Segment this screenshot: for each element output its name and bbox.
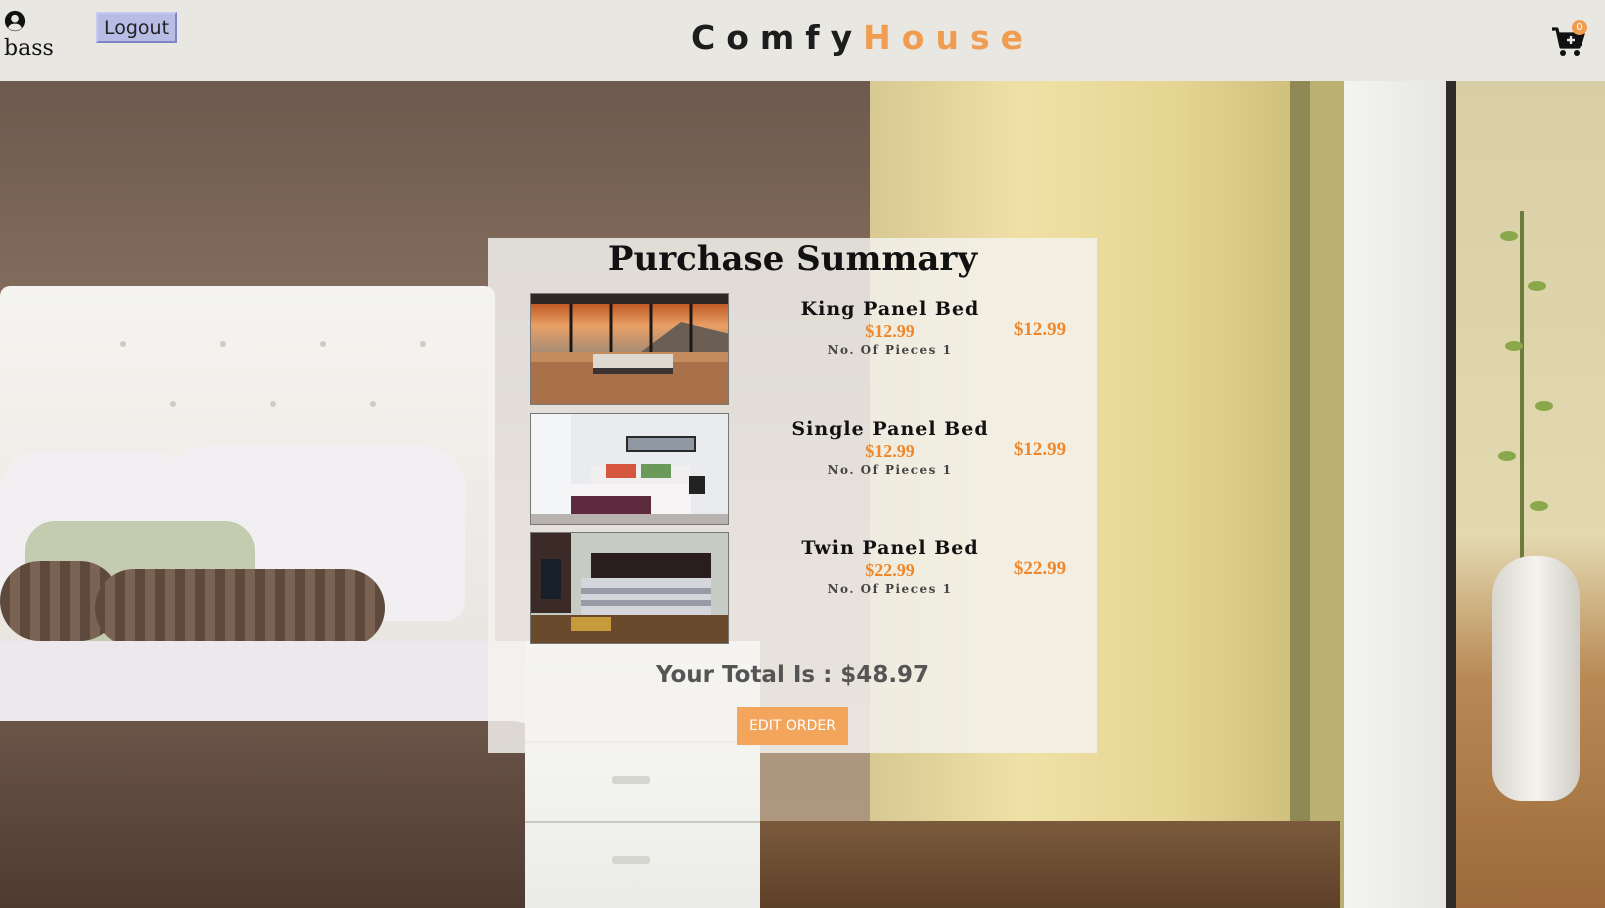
summary-item-twin-panel-bed: Twin Panel Bed $22.99 No. Of Pieces 1 $2… xyxy=(530,532,1090,644)
item-subtotal: $22.99 xyxy=(1013,558,1067,579)
product-image-king-panel-bed xyxy=(530,293,729,405)
item-subtotal: $12.99 xyxy=(1013,439,1067,460)
item-info: Twin Panel Bed $22.99 No. Of Pieces 1 xyxy=(785,537,995,597)
summary-title: Purchase Summary xyxy=(607,239,978,279)
cart-count-badge: 0 xyxy=(1572,20,1587,35)
edit-order-button[interactable]: EDIT ORDER xyxy=(737,707,848,745)
item-price: $12.99 xyxy=(865,321,915,341)
brand-logo[interactable]: ComfyHouse xyxy=(0,18,1605,57)
navbar: bass Logout ComfyHouse 0 xyxy=(0,0,1605,81)
item-quantity: No. Of Pieces 1 xyxy=(827,343,953,357)
item-info: Single Panel Bed $12.99 No. Of Pieces 1 xyxy=(785,418,995,478)
item-name: Single Panel Bed xyxy=(791,418,989,440)
item-name: King Panel Bed xyxy=(800,298,980,320)
item-quantity: No. Of Pieces 1 xyxy=(827,582,953,596)
brand-part-1: Comfy xyxy=(691,18,864,57)
purchase-summary-card: Purchase Summary King Panel Bed $12.99 N… xyxy=(488,238,1097,753)
item-name: Twin Panel Bed xyxy=(801,537,979,559)
item-price: $22.99 xyxy=(865,560,915,580)
order-total: Your Total Is : $48.97 xyxy=(655,662,930,688)
item-price: $12.99 xyxy=(865,441,915,461)
summary-item-king-panel-bed: King Panel Bed $12.99 No. Of Pieces 1 $1… xyxy=(530,293,1090,405)
item-info: King Panel Bed $12.99 No. Of Pieces 1 xyxy=(785,298,995,358)
product-image-single-panel-bed xyxy=(530,413,729,525)
item-subtotal: $12.99 xyxy=(1013,319,1067,340)
product-image-twin-panel-bed xyxy=(530,532,729,644)
brand-part-2: House xyxy=(863,18,1034,57)
summary-item-single-panel-bed: Single Panel Bed $12.99 No. Of Pieces 1 … xyxy=(530,413,1090,525)
item-quantity: No. Of Pieces 1 xyxy=(827,463,953,477)
cart-button[interactable]: 0 xyxy=(1551,20,1589,58)
